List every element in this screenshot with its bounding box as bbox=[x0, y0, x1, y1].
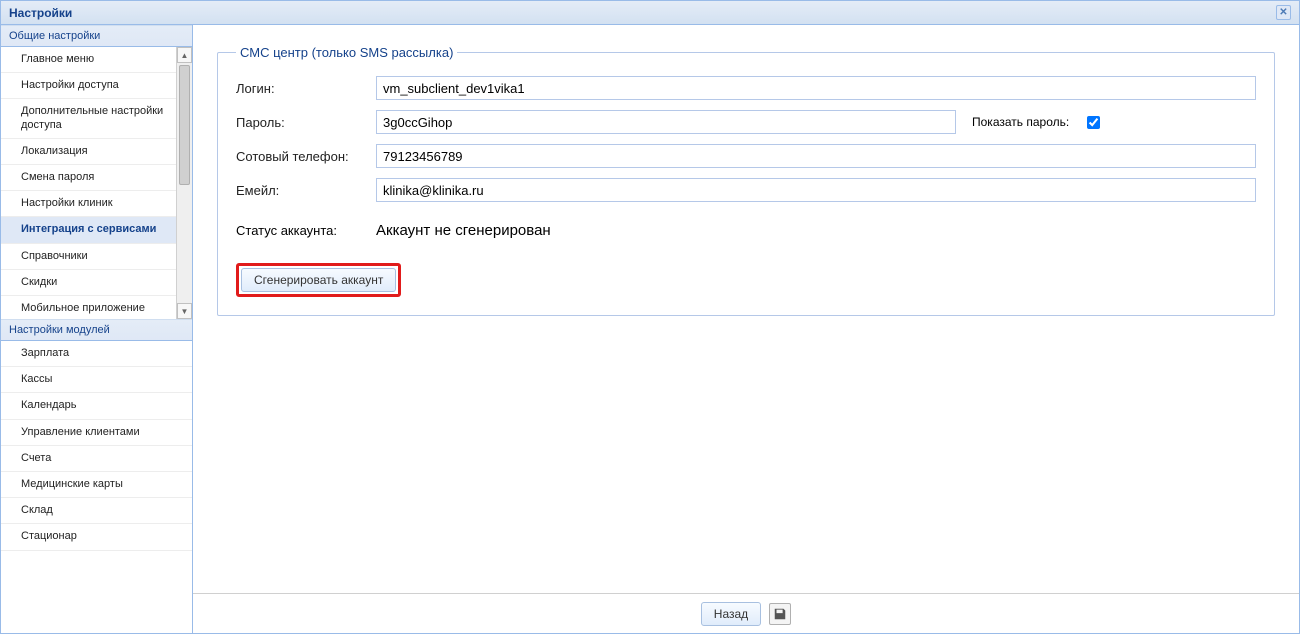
email-input[interactable] bbox=[376, 178, 1256, 202]
scroll-up-icon[interactable]: ▲ bbox=[177, 47, 192, 63]
sidebar-item[interactable]: Стационар bbox=[1, 524, 192, 550]
sidebar-item[interactable]: Кассы bbox=[1, 367, 192, 393]
main-content: СМС центр (только SMS рассылка) Логин: П… bbox=[193, 25, 1299, 593]
status-row: Статус аккаунта: Аккаунт не сгенерирован bbox=[236, 222, 1256, 239]
sidebar-group-general-title: Общие настройки bbox=[9, 30, 100, 42]
status-label: Статус аккаунта: bbox=[236, 223, 376, 238]
sidebar-item[interactable]: Склад bbox=[1, 498, 192, 524]
sidebar-group-general-header[interactable]: Общие настройки bbox=[1, 25, 192, 47]
login-input[interactable] bbox=[376, 76, 1256, 100]
sms-center-fieldset: СМС центр (только SMS рассылка) Логин: П… bbox=[217, 45, 1275, 316]
scrollbar[interactable]: ▲ ▼ bbox=[176, 47, 192, 319]
sidebar-item[interactable]: Счета bbox=[1, 446, 192, 472]
sidebar-item[interactable]: Главное меню bbox=[1, 47, 176, 73]
phone-label: Сотовый телефон: bbox=[236, 149, 376, 164]
sidebar-group-modules-body: ЗарплатаКассыКалендарьУправление клиента… bbox=[1, 341, 192, 551]
login-row: Логин: bbox=[236, 76, 1256, 100]
settings-window: Настройки ✕ Общие настройки Главное меню… bbox=[0, 0, 1300, 634]
sidebar-item[interactable]: Локализация bbox=[1, 139, 176, 165]
sidebar-item[interactable]: Настройки клиник bbox=[1, 191, 176, 217]
window-body: Общие настройки Главное менюНастройки до… bbox=[1, 25, 1299, 633]
sidebar-modules-list: ЗарплатаКассыКалендарьУправление клиента… bbox=[1, 341, 192, 551]
phone-input[interactable] bbox=[376, 144, 1256, 168]
sidebar-item[interactable]: Дополнительные настройки доступа bbox=[1, 99, 176, 138]
sidebar-group-modules-header[interactable]: Настройки модулей bbox=[1, 319, 192, 341]
password-label: Пароль: bbox=[236, 115, 376, 130]
sidebar-item[interactable]: Мобильное приложение bbox=[1, 296, 176, 319]
sidebar-item[interactable]: Интеграция с сервисами bbox=[1, 217, 176, 243]
sidebar-item[interactable]: Зарплата bbox=[1, 341, 192, 367]
show-password-checkbox[interactable] bbox=[1087, 116, 1100, 129]
back-button[interactable]: Назад bbox=[701, 602, 761, 626]
sidebar-item[interactable]: Медицинские карты bbox=[1, 472, 192, 498]
window-header: Настройки ✕ bbox=[1, 1, 1299, 25]
scroll-thumb[interactable] bbox=[179, 65, 190, 185]
login-label: Логин: bbox=[236, 81, 376, 96]
show-password-label: Показать пароль: bbox=[972, 115, 1069, 129]
generate-highlight: Сгенерировать аккаунт bbox=[236, 263, 401, 297]
sidebar: Общие настройки Главное менюНастройки до… bbox=[1, 25, 193, 633]
show-password-group: Показать пароль: bbox=[972, 113, 1103, 132]
sidebar-item[interactable]: Справочники bbox=[1, 244, 176, 270]
sidebar-group-general-body: Главное менюНастройки доступаДополнитель… bbox=[1, 47, 192, 319]
email-label: Емейл: bbox=[236, 183, 376, 198]
sidebar-group-modules-title: Настройки модулей bbox=[9, 324, 110, 336]
password-row: Пароль: Показать пароль: bbox=[236, 110, 1256, 134]
status-value: Аккаунт не сгенерирован bbox=[376, 222, 551, 239]
window-title: Настройки bbox=[9, 6, 72, 20]
sidebar-item[interactable]: Управление клиентами bbox=[1, 420, 192, 446]
scroll-down-icon[interactable]: ▼ bbox=[177, 303, 192, 319]
fieldset-legend: СМС центр (только SMS рассылка) bbox=[236, 45, 457, 60]
sidebar-general-list: Главное менюНастройки доступаДополнитель… bbox=[1, 47, 176, 319]
generate-account-button[interactable]: Сгенерировать аккаунт bbox=[241, 268, 396, 292]
sidebar-item[interactable]: Скидки bbox=[1, 270, 176, 296]
sidebar-item[interactable]: Настройки доступа bbox=[1, 73, 176, 99]
main-panel: СМС центр (только SMS рассылка) Логин: П… bbox=[193, 25, 1299, 633]
save-icon[interactable] bbox=[769, 603, 791, 625]
sidebar-item[interactable]: Смена пароля bbox=[1, 165, 176, 191]
sidebar-item[interactable]: Календарь bbox=[1, 393, 192, 419]
email-row: Емейл: bbox=[236, 178, 1256, 202]
footer-bar: Назад bbox=[193, 593, 1299, 633]
close-icon[interactable]: ✕ bbox=[1276, 5, 1291, 20]
phone-row: Сотовый телефон: bbox=[236, 144, 1256, 168]
password-input[interactable] bbox=[376, 110, 956, 134]
